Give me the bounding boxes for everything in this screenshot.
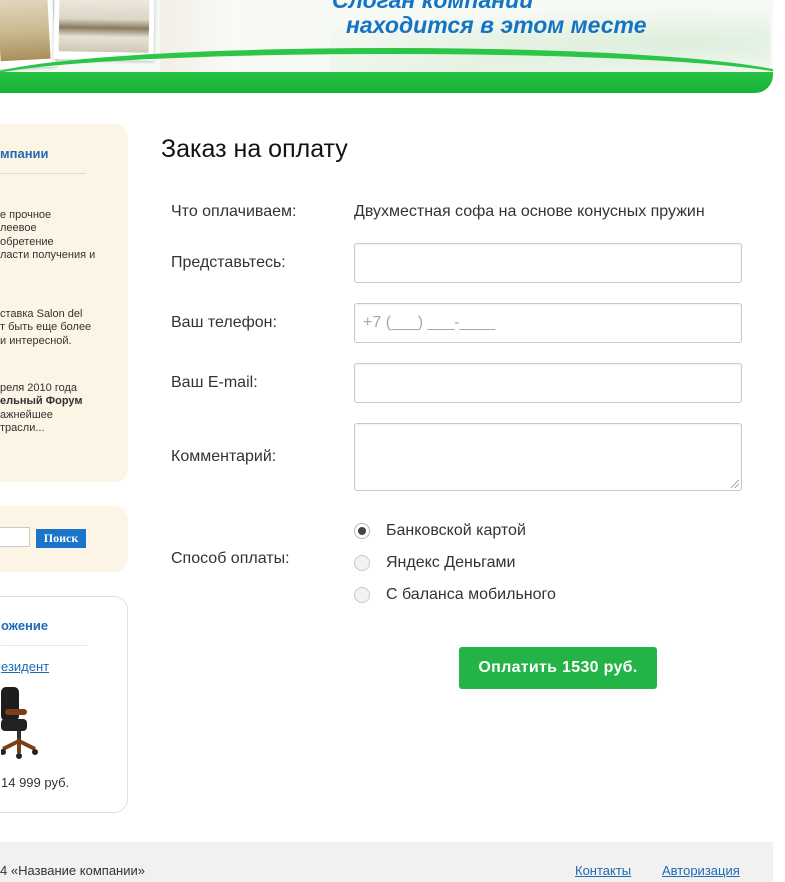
offer-price: 14 999 руб. [1,775,70,790]
news-box: мпании е прочное леевое обретение ласти … [0,124,128,482]
news-bold-text: ельный Форум [0,395,83,408]
footer-link-contacts[interactable]: Контакты [575,863,631,878]
office-chair-image[interactable] [1,683,47,763]
offer-product-link[interactable]: езидент [1,659,49,674]
offer-title: ожение [1,618,49,633]
offer-divider [1,645,87,646]
pay-button[interactable]: Оплатить 1530 руб. [459,647,657,689]
payment-option-label: Яндекс Деньгами [386,554,516,571]
slogan-line-2: находится в этом месте [346,12,647,38]
news-item[interactable]: реля 2010 года ельный Форум ажнейшее тра… [0,382,106,435]
search-box: Поиск [0,506,128,572]
radio-checked-icon[interactable] [354,523,370,539]
comment-textarea[interactable] [354,423,742,491]
radio-unchecked-icon[interactable] [354,555,370,571]
news-item[interactable]: е прочное леевое обретение ласти получен… [0,209,106,262]
news-text: ажнейшее трасли... [0,408,53,434]
comment-label: Комментарий: [171,448,277,465]
name-input[interactable] [354,243,742,283]
payment-option-label: С баланса мобильного [386,586,556,603]
resize-grip-icon[interactable] [731,480,739,488]
site-header: Слоган компании находится в этом месте [0,0,773,93]
phone-label: Ваш телефон: [171,314,277,331]
footer-copyright: 4 «Название компании» [0,863,145,878]
interior-photo-1 [0,0,56,70]
header-green-bar [0,72,773,93]
radio-unchecked-icon[interactable] [354,587,370,603]
purpose-value: Двухместная софа на основе конусных пруж… [354,203,705,220]
purpose-label: Что оплачиваем: [171,203,297,220]
news-title[interactable]: мпании [0,146,49,161]
news-divider [0,173,86,174]
payment-method-label: Способ оплаты: [171,550,290,567]
news-item[interactable]: ставка Salon del т быть еще более и инте… [0,308,106,348]
search-button[interactable]: Поиск [36,529,86,548]
name-label: Представьтесь: [171,254,286,271]
payment-option-label: Банковской картой [386,522,526,539]
interior-photo-2 [53,0,155,61]
news-text: реля 2010 года [0,382,78,394]
search-input[interactable] [0,527,30,547]
site-footer: 4 «Название компании» Контакты Авторизац… [0,842,773,882]
email-label: Ваш E-mail: [171,374,258,391]
offer-box: ожение езидент 14 999 руб. [0,596,128,813]
page-title: Заказ на оплату [161,135,348,163]
phone-input[interactable] [354,303,742,343]
footer-link-login[interactable]: Авторизация [662,863,740,878]
email-input[interactable] [354,363,742,403]
